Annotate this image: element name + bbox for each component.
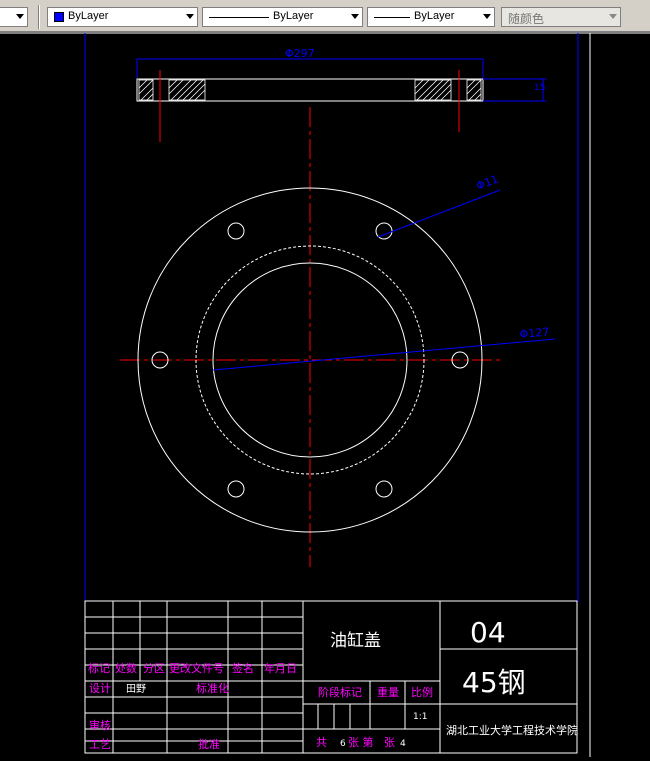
dim-right-text: 15 <box>534 83 545 93</box>
part-name: 油缸盖 <box>330 630 381 651</box>
dim-leader-hole <box>377 189 501 238</box>
label-signature: 签名 <box>232 661 254 675</box>
bolt-hole <box>227 480 245 498</box>
drawing-number: 04 <box>470 616 506 649</box>
linetype-value: ByLayer <box>273 10 314 22</box>
chevron-down-icon <box>186 14 194 19</box>
chevron-down-icon <box>351 14 359 19</box>
label-weight: 重量 <box>377 685 399 699</box>
title-block-text: 油缸盖 04 45钢 湖北工业大学工程技术学院 标记 处数 分区 更改文件号 签… <box>88 616 578 751</box>
toolbar-separator <box>38 5 40 29</box>
color-swatch-icon <box>54 12 64 22</box>
plotstyle-dropdown[interactable]: 随颜色 <box>501 7 621 27</box>
lineweight-value: ByLayer <box>414 10 455 22</box>
label-count: 处数 <box>115 662 137 675</box>
linetype-preview-icon <box>209 17 269 18</box>
label-scale: 比例 <box>411 685 433 699</box>
bolt-hole <box>227 222 245 240</box>
label-stage-mark: 阶段标记 <box>318 685 362 699</box>
dim-inner-text: Φ127 <box>519 325 550 341</box>
dim-top-text: Φ297 <box>285 47 315 60</box>
section-view: Φ297 15 <box>136 47 546 142</box>
label-process: 工艺 <box>89 738 111 751</box>
plotstyle-value: 随颜色 <box>508 12 545 26</box>
lineweight-preview-icon <box>374 17 410 18</box>
label-zone: 分区 <box>143 662 165 675</box>
label-standardize: 标准化 <box>196 681 229 695</box>
drawing-svg: Φ297 15 Φ11 Φ127 油缸盖 04 45钢 湖北工业大学工程技术学院… <box>0 32 650 757</box>
label-total: 共 <box>316 736 327 749</box>
linetype-dropdown[interactable]: ByLayer <box>202 7 363 27</box>
dim-hole-text: Φ11 <box>474 173 500 193</box>
chevron-down-icon <box>609 14 617 19</box>
dim-leader-inner <box>212 338 556 371</box>
label-review: 审核 <box>89 718 111 732</box>
label-approve: 批准 <box>198 737 220 751</box>
chevron-down-icon <box>16 14 24 19</box>
drawing-canvas[interactable]: Φ297 15 Φ11 Φ127 油缸盖 04 45钢 湖北工业大学工程技术学院… <box>0 32 650 757</box>
bolt-hole <box>375 480 393 498</box>
scale-value: 1:1 <box>413 712 427 722</box>
chevron-down-icon <box>483 14 491 19</box>
label-date: 年月日 <box>264 661 297 675</box>
designer-name: 田野 <box>126 683 146 695</box>
color-value: ByLayer <box>68 10 109 22</box>
label-sheets: 张 第 <box>348 735 374 749</box>
label-mark: 标记 <box>88 661 110 675</box>
lineweight-dropdown[interactable]: ByLayer <box>367 7 495 27</box>
label-current: 张 <box>384 736 395 749</box>
properties-toolbar: ByLayer ByLayer ByLayer 随颜色 <box>0 0 650 32</box>
school-name: 湖北工业大学工程技术学院 <box>446 723 578 737</box>
label-change-doc: 更改文件号 <box>169 661 224 675</box>
material: 45钢 <box>462 666 526 699</box>
front-view: Φ11 Φ127 <box>120 107 556 567</box>
sheets-current: 4 <box>400 739 406 749</box>
label-design: 设计 <box>89 682 111 695</box>
layer-dropdown[interactable] <box>0 7 28 27</box>
sheets-total: 6 <box>340 739 346 749</box>
section-hatch <box>138 79 482 101</box>
color-dropdown[interactable]: ByLayer <box>47 7 198 27</box>
